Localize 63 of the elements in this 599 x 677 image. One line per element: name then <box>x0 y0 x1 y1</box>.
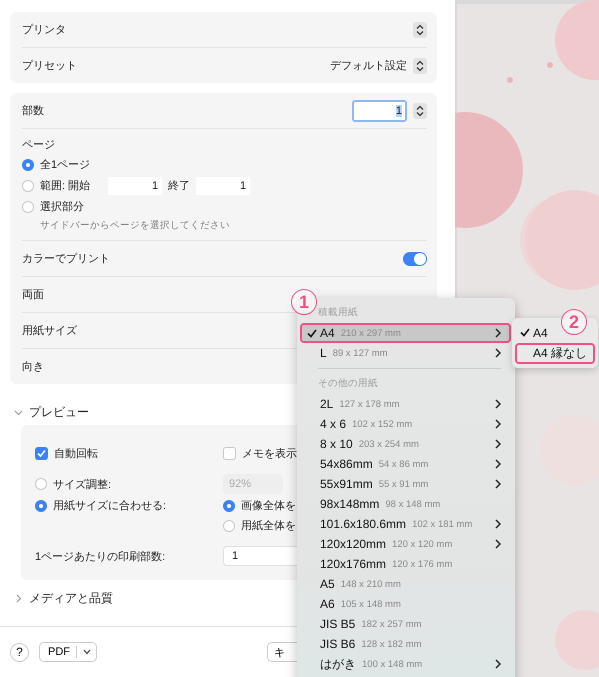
toggle-switch[interactable] <box>403 252 427 266</box>
row-label: プリンタ <box>22 22 66 37</box>
menu-item[interactable]: A4 210 x 297 mm <box>300 323 511 343</box>
menu-item[interactable]: 4 x 6 102 x 152 mm <box>300 414 511 434</box>
row-label: 向き <box>22 360 44 374</box>
menu-item[interactable]: A5 148 x 210 mm <box>300 574 511 594</box>
step-number: 2 <box>561 309 587 335</box>
menu-item[interactable]: L 89 x 127 mm <box>300 343 511 363</box>
checkbox-label: 自動回転 <box>54 447 98 461</box>
radio-button[interactable] <box>22 180 34 192</box>
chevron-icon[interactable] <box>14 594 23 603</box>
radio-button[interactable] <box>22 158 34 170</box>
range-label: 終了 <box>168 179 190 193</box>
checkbox[interactable] <box>223 447 236 460</box>
radio-button[interactable] <box>223 520 235 532</box>
checkbox[interactable] <box>35 447 48 460</box>
radio-button[interactable] <box>35 478 47 490</box>
menu-item[interactable]: 2L 127 x 178 mm <box>300 394 511 414</box>
chevron-icon[interactable] <box>14 408 23 417</box>
copies-field[interactable]: 1 <box>352 100 407 122</box>
menu-item[interactable]: A4 縁なし <box>515 343 595 364</box>
stepper-icon[interactable] <box>413 102 427 118</box>
radio-label: 全1ページ <box>40 158 90 172</box>
menu-item[interactable]: 8 x 10 203 x 254 mm <box>300 434 511 454</box>
section-title[interactable]: メディアと品質 <box>29 590 113 607</box>
row-label: プリセット <box>22 58 77 73</box>
stepper-icon[interactable] <box>413 58 427 74</box>
preset-value[interactable]: デフォルト設定 <box>330 58 407 73</box>
row-label: カラーでプリント <box>22 252 110 266</box>
step-number: 1 <box>291 289 317 315</box>
hint-text: サイドバーからページを選択してください <box>39 219 231 232</box>
radio-button[interactable] <box>22 200 34 212</box>
menu-item[interactable]: 54x86mm 54 x 86 mm <box>300 454 511 474</box>
radio-label: 画像全体を <box>241 499 296 513</box>
row-label: 用紙サイズ <box>22 324 77 338</box>
radio-button[interactable] <box>35 500 47 512</box>
menu-item[interactable]: 55x91mm 55 x 91 mm <box>300 474 511 494</box>
menu-item[interactable]: 101.6x180.6mm 102 x 181 mm <box>300 514 511 534</box>
menu-header: その他の用紙 <box>317 377 379 391</box>
pdf-button[interactable]: PDF <box>39 642 97 662</box>
radio-label: サイズ調整: <box>53 478 112 492</box>
menu-item[interactable]: 98x148mm 98 x 148 mm <box>300 494 511 514</box>
menu-header: 積載用紙 <box>317 306 359 320</box>
radio-label: 用紙サイズに合わせる: <box>53 499 166 513</box>
menu-item[interactable]: JIS B5 182 x 257 mm <box>300 614 511 634</box>
radio-label: 用紙全体を <box>241 519 296 533</box>
row-label: 両面 <box>22 288 44 302</box>
menu-item[interactable]: A6 105 x 148 mm <box>300 594 511 614</box>
row-label: 部数 <box>22 104 44 118</box>
menu-item[interactable]: はがき 100 x 148 mm <box>300 654 511 674</box>
radio-label: 範囲: 開始 <box>40 179 90 193</box>
caret-icon <box>83 649 91 655</box>
from-field[interactable]: 1 <box>108 176 162 194</box>
checkbox-label: メモを表示 <box>242 447 297 461</box>
help-button[interactable]: ? <box>10 642 29 662</box>
radio-button[interactable] <box>223 500 235 512</box>
section-label: ページ <box>22 138 56 152</box>
section-title[interactable]: プレビュー <box>29 404 89 421</box>
to-field[interactable]: 1 <box>196 176 250 194</box>
per-page-label: 1ページあたりの印刷部数: <box>35 550 166 564</box>
menu-item[interactable]: JIS B6 128 x 182 mm <box>300 634 511 654</box>
radio-label: 選択部分 <box>40 200 84 214</box>
stepper-icon[interactable] <box>413 22 427 38</box>
